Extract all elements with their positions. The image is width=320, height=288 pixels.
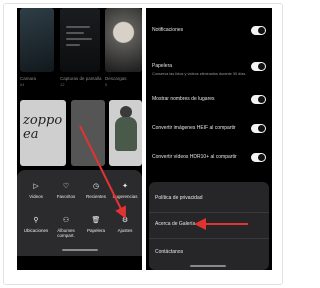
menu-item-label: Álbumes compart. — [57, 228, 75, 238]
album-thumbnail-downloads[interactable] — [105, 8, 142, 72]
menu-item-shared-albums[interactable]: ⚇ Álbumes compart. — [51, 216, 81, 238]
handwritten-text: zoppo ea — [23, 113, 63, 142]
settings-screen: Notificaciones Papelera Conserva las fot… — [146, 8, 272, 270]
setting-description: Conserva las fotos y vídeos eliminados d… — [152, 72, 247, 76]
menu-item-locations[interactable]: ⚲ Ubicaciones — [21, 216, 51, 233]
settings-row-convert-hdr10[interactable]: Convertir vídeos HDR10+ al compartir — [152, 148, 268, 170]
setting-label: Convertir vídeos HDR10+ al compartir — [152, 154, 237, 160]
photo-thumbnail-avatar[interactable] — [109, 100, 142, 166]
avatar-body — [115, 117, 137, 151]
gallery-screen: Camara 64 Capturas de pantalla 12 Descar… — [17, 8, 142, 270]
contact-us-link[interactable]: Contáctanos — [155, 249, 183, 255]
album-thumbnail-camera[interactable] — [20, 8, 54, 72]
about-gallery-link[interactable]: Acerca de Galería — [155, 221, 195, 227]
home-indicator — [190, 265, 226, 267]
settings-row-trash[interactable]: Papelera Conserva las fotos y vídeos eli… — [152, 57, 268, 79]
divider — [149, 212, 269, 213]
clock-icon: ◷ — [92, 183, 100, 190]
settings-row-convert-heif[interactable]: Convertir imágenes HEIF al compartir — [152, 119, 268, 141]
location-pin-icon: ⚲ — [33, 217, 39, 224]
photo-thumbnail-handwriting[interactable]: zoppo ea — [20, 100, 66, 166]
heart-icon: ♡ — [62, 183, 70, 190]
divider — [149, 238, 269, 239]
about-card: Política de privacidad Acerca de Galería… — [149, 182, 269, 270]
menu-item-settings[interactable]: ⚙ Ajustes — [110, 216, 140, 233]
convert-heif-toggle[interactable] — [251, 124, 266, 133]
settings-row-location-names[interactable]: Mostrar nombres de lugares — [152, 90, 268, 112]
setting-label: Convertir imágenes HEIF al compartir — [152, 125, 236, 131]
menu-item-label: Videos — [29, 194, 43, 199]
menu-item-trash[interactable]: 🗑 Papelera — [81, 216, 111, 233]
menu-item-label: Papelera — [86, 228, 105, 233]
album-name: Capturas de pantalla — [60, 76, 102, 81]
setting-label: Mostrar nombres de lugares — [152, 96, 215, 102]
location-names-toggle[interactable] — [251, 95, 266, 104]
menu-item-recent[interactable]: ◷ Recientes — [81, 182, 111, 199]
menu-item-label: Recientes — [85, 194, 106, 199]
album-count: 64 — [20, 82, 25, 87]
menu-item-label: Sugerencias — [112, 194, 138, 199]
album-name: Descargas — [105, 76, 127, 81]
setting-label: Papelera — [152, 63, 173, 69]
album-count: 12 — [60, 82, 65, 87]
menu-item-label: Ubicaciones — [23, 228, 49, 233]
menu-item-suggestions[interactable]: ✦ Sugerencias — [110, 182, 140, 199]
menu-item-videos[interactable]: ▷ Videos — [21, 182, 51, 199]
gear-icon: ⚙ — [121, 217, 129, 224]
menu-item-label: Ajustes — [117, 228, 133, 233]
notifications-toggle[interactable] — [251, 26, 266, 35]
setting-label: Notificaciones — [152, 27, 184, 33]
menu-sheet: ▷ Videos ♡ Favoritos ◷ Recientes ✦ Suger… — [17, 170, 142, 256]
privacy-policy-link[interactable]: Política de privacidad — [155, 195, 203, 201]
menu-item-favorites[interactable]: ♡ Favoritos — [51, 182, 81, 199]
video-icon: ▷ — [33, 183, 39, 190]
photo-thumbnail-gray[interactable] — [71, 100, 105, 166]
album-thumbnail-screenshots[interactable] — [60, 8, 100, 72]
shared-albums-icon: ⚇ — [62, 217, 70, 224]
home-indicator — [62, 249, 98, 251]
trash-toggle[interactable] — [251, 62, 266, 71]
sparkle-icon: ✦ — [122, 183, 128, 190]
settings-row-notifications[interactable]: Notificaciones — [152, 21, 268, 43]
convert-hdr10-toggle[interactable] — [251, 153, 266, 162]
album-count: 5 — [105, 82, 108, 87]
menu-item-label: Favoritos — [56, 194, 76, 199]
trash-icon: 🗑 — [91, 217, 101, 224]
album-name: Camara — [20, 76, 37, 81]
